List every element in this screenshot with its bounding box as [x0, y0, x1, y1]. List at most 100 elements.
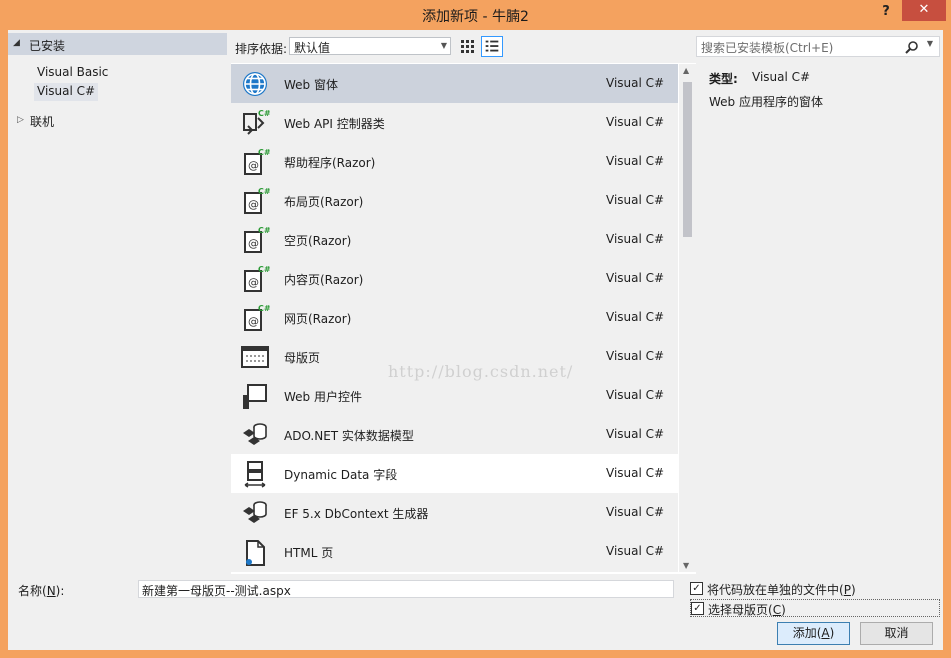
list-item-type: Visual C#: [606, 466, 665, 480]
svg-text:C#: C#: [258, 187, 270, 196]
collapsed-arrow-icon[interactable]: ▷: [17, 115, 24, 125]
separate-file-label: 将代码放在单独的文件中(P): [707, 583, 856, 597]
close-button[interactable]: ✕: [902, 0, 946, 21]
file-name-input[interactable]: 新建第一母版页--测试.aspx: [138, 580, 674, 598]
select-master-page-option[interactable]: ✓ 选择母版页(C): [690, 599, 940, 617]
template-list[interactable]: Web 窗体 Visual C# C# Web API 控制器类 Visual …: [231, 64, 678, 572]
list-item-razor-layout[interactable]: @ C# 布局页(Razor) Visual C#: [231, 181, 678, 220]
list-item-web-form[interactable]: Web 窗体 Visual C#: [231, 64, 678, 103]
svg-text:@: @: [248, 237, 259, 250]
globe-icon: [243, 72, 267, 96]
razor-icon: @ C#: [244, 265, 270, 292]
cancel-button[interactable]: 取消: [860, 622, 933, 645]
list-item-name: ADO.NET 实体数据模型: [284, 429, 414, 443]
chevron-down-icon: ▼: [440, 41, 447, 50]
list-item-dynamic-data-field[interactable]: Dynamic Data 字段 Visual C#: [231, 454, 678, 493]
svg-text:C#: C#: [258, 265, 270, 274]
html-page-icon: [246, 540, 265, 566]
list-item-type: Visual C#: [606, 544, 665, 558]
add-new-item-dialog: 添加新项 - 牛腩2 ? ✕ ◢ 已安装 Visual Basic Visual…: [0, 0, 951, 658]
sort-dropdown-value: 默认值: [294, 41, 331, 55]
entity-model-icon: [243, 501, 267, 523]
watermark-text: http://blog.csdn.net/: [388, 362, 574, 381]
dialog-body: ◢ 已安装 Visual Basic Visual C# ▷ 联机 排序依据: …: [8, 30, 943, 650]
tree-item-visual-csharp[interactable]: Visual C#: [34, 83, 99, 101]
tree-node-installed-label: 已安装: [29, 39, 66, 53]
search-icon[interactable]: [905, 40, 919, 54]
tree-node-installed[interactable]: ◢ 已安装: [8, 33, 227, 55]
svg-text:C#: C#: [258, 304, 270, 313]
list-item-name: 内容页(Razor): [284, 273, 364, 287]
list-item-type: Visual C#: [606, 271, 665, 285]
list-item-name: 帮助程序(Razor): [284, 156, 376, 170]
list-item-name: 网页(Razor): [284, 312, 352, 326]
sort-dropdown[interactable]: 默认值 ▼: [289, 37, 451, 55]
list-item-razor-content[interactable]: @ C# 内容页(Razor) Visual C#: [231, 259, 678, 298]
sort-label: 排序依据:: [235, 42, 288, 56]
scroll-up-icon[interactable]: ▲: [683, 66, 689, 75]
svg-text:@: @: [248, 198, 259, 211]
svg-text:C#: C#: [258, 148, 270, 157]
list-item-razor-helper[interactable]: @ C# 帮助程序(Razor) Visual C#: [231, 142, 678, 181]
list-item-type: Visual C#: [606, 193, 665, 207]
tree-node-online[interactable]: 联机: [30, 113, 54, 130]
svg-text:@: @: [248, 276, 259, 289]
master-page-icon: [241, 346, 269, 368]
add-button[interactable]: 添加(A): [777, 622, 850, 645]
list-item-razor-empty[interactable]: @ C# 空页(Razor) Visual C#: [231, 220, 678, 259]
help-button[interactable]: ?: [874, 2, 898, 22]
scrollbar-thumb[interactable]: [683, 82, 692, 237]
medium-icons-view-icon[interactable]: [459, 38, 477, 56]
razor-icon: @ C#: [244, 226, 270, 253]
list-item-name: 布局页(Razor): [284, 195, 364, 209]
separate-file-checkbox[interactable]: ✓: [690, 582, 703, 595]
api-controller-icon: C#: [243, 109, 270, 135]
search-placeholder: 搜索已安装模板(Ctrl+E): [701, 41, 834, 55]
list-item-name: 空页(Razor): [284, 234, 352, 248]
details-pane: 搜索已安装模板(Ctrl+E) ▼ 类型: Visual C# Web 应用程序…: [696, 30, 943, 574]
window-title: 添加新项 - 牛腩2: [422, 9, 529, 25]
expanded-arrow-icon[interactable]: ◢: [13, 38, 20, 48]
list-item-name: Web API 控制器类: [284, 117, 385, 131]
tree-item-visual-basic[interactable]: Visual Basic: [34, 64, 111, 82]
entity-model-icon: [243, 423, 267, 445]
sort-toolbar: 排序依据: 默认值 ▼: [231, 30, 696, 63]
svg-text:C#: C#: [258, 226, 270, 235]
template-search-input[interactable]: 搜索已安装模板(Ctrl+E) ▼: [696, 36, 940, 57]
razor-icon: @ C#: [244, 148, 270, 175]
template-list-pane: 排序依据: 默认值 ▼ Web 窗体 Visual C# C# Web API …: [231, 30, 696, 574]
details-view-icon[interactable]: [481, 36, 503, 57]
list-item-type: Visual C#: [606, 232, 665, 246]
details-type-label: 类型:: [709, 72, 738, 86]
list-item-type: Visual C#: [606, 505, 665, 519]
list-item-type: Visual C#: [606, 388, 665, 402]
svg-text:C#: C#: [258, 109, 270, 118]
list-item-html-page[interactable]: HTML 页 Visual C#: [231, 532, 678, 571]
list-item-name: Web 窗体: [284, 78, 338, 92]
scroll-down-icon[interactable]: ▼: [683, 561, 689, 570]
list-item-ef-dbcontext-generator[interactable]: EF 5.x DbContext 生成器 Visual C#: [231, 493, 678, 532]
select-master-page-label: 选择母版页(C): [708, 603, 786, 617]
list-item-type: Visual C#: [606, 310, 665, 324]
select-master-page-checkbox[interactable]: ✓: [691, 602, 704, 615]
list-scrollbar[interactable]: ▲ ▼: [679, 64, 696, 572]
user-control-icon: [243, 384, 267, 409]
svg-text:@: @: [248, 159, 259, 172]
list-item-razor-webpage[interactable]: @ C# 网页(Razor) Visual C#: [231, 298, 678, 337]
list-item-name: Web 用户控件: [284, 390, 362, 404]
list-item-name: HTML 页: [284, 546, 334, 560]
list-item-name: Dynamic Data 字段: [284, 468, 398, 482]
chevron-down-icon[interactable]: ▼: [927, 39, 933, 48]
list-item-web-api-controller[interactable]: C# Web API 控制器类 Visual C#: [231, 103, 678, 142]
list-item-web-user-control[interactable]: Web 用户控件 Visual C#: [231, 376, 678, 415]
dynamic-data-icon: [244, 461, 266, 488]
list-item-name: 母版页: [284, 351, 321, 365]
svg-text:@: @: [248, 315, 259, 328]
list-item-type: Visual C#: [606, 349, 665, 363]
list-item-ado-entity-model[interactable]: ADO.NET 实体数据模型 Visual C#: [231, 415, 678, 454]
list-item-type: Visual C#: [606, 115, 665, 129]
razor-icon: @ C#: [244, 304, 270, 331]
template-tree: ◢ 已安装 Visual Basic Visual C# ▷ 联机: [8, 30, 227, 574]
list-item-type: Visual C#: [606, 76, 665, 90]
list-item-type: Visual C#: [606, 427, 665, 441]
